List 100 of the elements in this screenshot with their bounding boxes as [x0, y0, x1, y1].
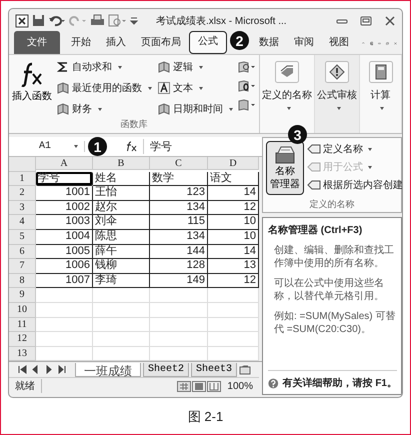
- table-cell: 12: [208, 200, 259, 216]
- file-tab[interactable]: 文件: [14, 31, 60, 54]
- caret-icon: [336, 107, 341, 110]
- function-menu[interactable]: 自动求和: [56, 58, 153, 76]
- maximize-icon[interactable]: [360, 16, 372, 26]
- name-manager-button[interactable]: 名称 管理器: [266, 141, 304, 195]
- empty-cell: [150, 288, 208, 303]
- math-icon[interactable]: [238, 80, 256, 92]
- row-header[interactable]: 8: [9, 274, 36, 288]
- close-icon[interactable]: [384, 16, 396, 26]
- column-header[interactable]: C: [150, 157, 208, 170]
- table-cell: 144: [150, 244, 208, 260]
- caret-icon: [148, 86, 152, 90]
- customize-icon[interactable]: [129, 14, 139, 26]
- save-icon[interactable]: [32, 14, 45, 27]
- step-badge: 2: [230, 31, 249, 50]
- caret-icon: [199, 66, 203, 68]
- formula-field[interactable]: 学号: [143, 139, 172, 154]
- column-header[interactable]: B: [93, 157, 150, 170]
- function-menu[interactable]: 最近使用的函数: [56, 79, 153, 97]
- view-buttons-icon[interactable]: [177, 380, 222, 392]
- new-sheet-icon[interactable]: [239, 364, 254, 375]
- table-cell: 14: [208, 244, 259, 260]
- caret-icon: [286, 107, 290, 110]
- figure-caption: 图 2-1: [188, 408, 224, 426]
- lookup-icon[interactable]: [238, 61, 256, 73]
- row-header[interactable]: 4: [9, 215, 36, 230]
- row-header[interactable]: 13: [9, 346, 36, 362]
- row-header[interactable]: 3: [9, 200, 36, 216]
- empty-cell: [208, 318, 259, 332]
- tag-icon: [307, 180, 321, 190]
- ribbon-button[interactable]: 公式审核: [315, 55, 360, 133]
- name-box[interactable]: A1: [9, 141, 85, 152]
- table-cell: 学号: [36, 172, 93, 186]
- tag-icon: [275, 61, 299, 83]
- insert-function-button[interactable]: 插入函数: [12, 58, 52, 118]
- tooltip-text: 创建、编辑、删除和查找工作簿中使用的所有名称。: [273, 244, 395, 270]
- empty-cell: [208, 332, 259, 347]
- sheet-tab[interactable]: Sheet2: [143, 362, 190, 377]
- row-header[interactable]: 7: [9, 259, 36, 274]
- names-menu-item[interactable]: 定义名称: [307, 141, 402, 157]
- empty-cell: [93, 302, 150, 318]
- help-icon: [268, 376, 279, 390]
- preview-icon[interactable]: [108, 14, 126, 27]
- table-cell: 姓名: [93, 172, 150, 186]
- table-cell: 10: [208, 215, 259, 230]
- ribbon-tab[interactable]: 开始: [64, 32, 98, 54]
- empty-cell: [150, 318, 208, 332]
- caret-icon: [380, 107, 384, 110]
- ribbon-tab[interactable]: 页面布局: [134, 32, 188, 54]
- ribbon-tab[interactable]: 审阅: [287, 32, 321, 54]
- table-cell: 149: [150, 274, 208, 288]
- caret-icon: [229, 108, 233, 110]
- row-header[interactable]: 10: [9, 302, 36, 318]
- more-functions-icon[interactable]: [238, 99, 256, 111]
- book-icon: [158, 103, 170, 115]
- empty-cell: [150, 332, 208, 347]
- table-cell: 1007: [36, 274, 93, 288]
- column-header[interactable]: D: [208, 157, 259, 170]
- tooltip-text: 例如: =SUM(MySales) 可替代 =SUM(C20:C30)。: [273, 310, 396, 336]
- empty-cell: [150, 302, 208, 318]
- row-header[interactable]: 5: [9, 230, 36, 245]
- empty-cell: [208, 288, 259, 303]
- caret-icon: [98, 108, 102, 110]
- sheet-tab[interactable]: 一班成绩: [75, 362, 141, 377]
- row-header[interactable]: 6: [9, 244, 36, 260]
- ribbon-tab[interactable]: 视图: [322, 32, 356, 54]
- row-header[interactable]: 12: [9, 332, 36, 347]
- zoom-level[interactable]: 100%: [227, 380, 253, 392]
- table-cell: 语文: [208, 172, 259, 186]
- ribbon-tab[interactable]: 插入: [99, 32, 133, 54]
- ribbon-button[interactable]: 计算: [360, 55, 402, 133]
- function-menu[interactable]: 逻辑: [157, 58, 234, 76]
- print-icon[interactable]: [90, 14, 105, 27]
- table-cell: 115: [150, 215, 208, 230]
- tooltip-text: 可以在公式中使用这些名称，以替代单元格引用。: [273, 277, 385, 303]
- empty-cell: [93, 318, 150, 332]
- table-cell: 赵尔: [93, 200, 150, 216]
- empty-cell: [150, 346, 208, 362]
- undo-icon[interactable]: [48, 14, 66, 26]
- row-header[interactable]: 11: [9, 318, 36, 332]
- ribbon-tab[interactable]: 公式: [189, 31, 227, 54]
- table-cell: 128: [150, 259, 208, 274]
- ribbon-tab[interactable]: 数据: [252, 32, 286, 54]
- row-header[interactable]: 9: [9, 288, 36, 303]
- function-menu[interactable]: 财务: [56, 100, 153, 118]
- row-header[interactable]: 1: [9, 172, 36, 186]
- table-cell: 1004: [36, 230, 93, 245]
- names-menu-item[interactable]: 根据所选内容创建: [307, 177, 402, 193]
- book-icon: [57, 82, 69, 94]
- tag-icon: [307, 144, 321, 154]
- function-menu[interactable]: 日期和时间: [157, 100, 234, 118]
- table-cell: 1003: [36, 215, 93, 230]
- column-header[interactable]: A: [36, 157, 93, 170]
- text-icon: [158, 82, 170, 94]
- row-header[interactable]: 2: [9, 186, 36, 201]
- function-menu[interactable]: 文本: [157, 79, 234, 97]
- function-icon[interactable]: [125, 141, 137, 152]
- table-cell: 14: [208, 186, 259, 201]
- sheet-tab[interactable]: Sheet3: [191, 362, 238, 377]
